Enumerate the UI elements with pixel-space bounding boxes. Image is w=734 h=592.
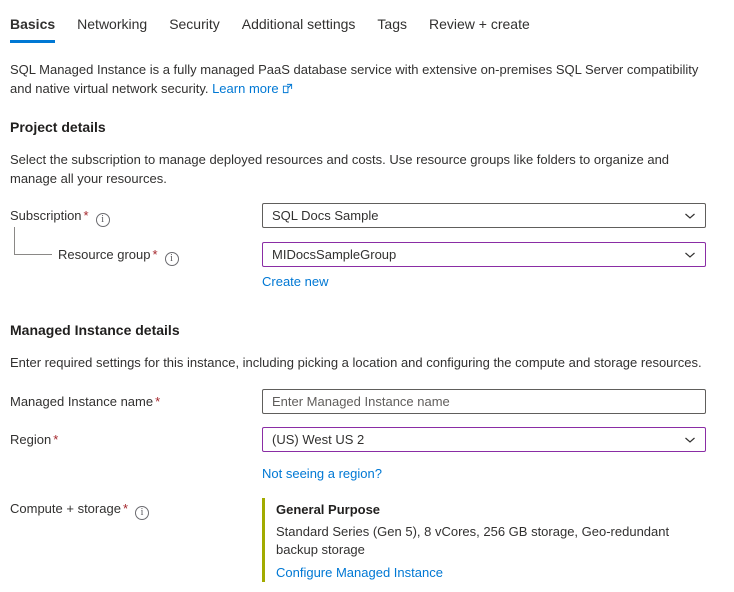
region-dropdown[interactable]: (US) West US 2 — [262, 427, 706, 452]
required-asterisk: * — [155, 394, 160, 409]
sku-tier-name: General Purpose — [276, 499, 706, 517]
selected-sku-summary: General Purpose Standard Series (Gen 5),… — [262, 498, 706, 582]
instance-details-description: Enter required settings for this instanc… — [10, 353, 708, 372]
info-icon[interactable]: i — [96, 213, 110, 227]
region-row: Region* (US) West US 2 — [10, 427, 724, 452]
service-description-text: SQL Managed Instance is a fully managed … — [10, 62, 698, 96]
instance-name-label-cell: Managed Instance name* — [10, 389, 262, 409]
subscription-dropdown[interactable]: SQL Docs Sample — [262, 203, 706, 228]
chevron-down-icon — [684, 434, 696, 446]
wizard-tab-bar: Basics Networking Security Additional se… — [10, 12, 724, 43]
project-details-heading: Project details — [10, 119, 724, 135]
region-label: Region — [10, 432, 51, 447]
tab-review-create[interactable]: Review + create — [429, 12, 530, 43]
subscription-label: Subscription — [10, 208, 82, 223]
resource-group-dropdown[interactable]: MIDocsSampleGroup — [262, 242, 706, 267]
resource-group-dropdown-value: MIDocsSampleGroup — [272, 247, 396, 262]
compute-storage-label: Compute + storage — [10, 501, 121, 516]
instance-name-row: Managed Instance name* — [10, 389, 724, 414]
required-asterisk: * — [123, 501, 128, 516]
hierarchy-connector-line — [14, 227, 52, 255]
subscription-label-cell: Subscription* i — [10, 203, 262, 227]
external-link-icon — [282, 83, 293, 94]
info-icon[interactable]: i — [135, 506, 149, 520]
learn-more-link[interactable]: Learn more — [212, 81, 293, 96]
tab-networking[interactable]: Networking — [77, 12, 147, 43]
chevron-down-icon — [684, 249, 696, 261]
required-asterisk: * — [53, 432, 58, 447]
region-help-row: Not seeing a region? — [10, 466, 724, 481]
learn-more-label: Learn more — [212, 81, 278, 96]
resource-group-row: Resource group* i MIDocsSampleGroup Creat… — [10, 242, 724, 289]
tab-basics[interactable]: Basics — [10, 12, 55, 43]
tab-additional-settings[interactable]: Additional settings — [242, 12, 356, 43]
region-label-cell: Region* — [10, 427, 262, 447]
required-asterisk: * — [84, 208, 89, 223]
sku-tier-description: Standard Series (Gen 5), 8 vCores, 256 G… — [276, 523, 702, 559]
compute-storage-label-cell: Compute + storage* i — [10, 498, 262, 520]
not-seeing-region-link[interactable]: Not seeing a region? — [262, 466, 382, 481]
service-description: SQL Managed Instance is a fully managed … — [10, 60, 710, 98]
create-managed-instance-basics-page: Basics Networking Security Additional se… — [0, 0, 734, 582]
chevron-down-icon — [684, 210, 696, 222]
resource-group-label: Resource group — [58, 247, 151, 262]
instance-name-input[interactable] — [262, 389, 706, 414]
instance-details-heading: Managed Instance details — [10, 322, 724, 338]
configure-managed-instance-link[interactable]: Configure Managed Instance — [276, 565, 443, 580]
compute-storage-row: Compute + storage* i General Purpose Stan… — [10, 498, 724, 582]
tab-security[interactable]: Security — [169, 12, 220, 43]
region-dropdown-value: (US) West US 2 — [272, 432, 364, 447]
instance-name-label: Managed Instance name — [10, 394, 153, 409]
create-new-resource-group-link[interactable]: Create new — [262, 274, 328, 289]
required-asterisk: * — [153, 247, 158, 262]
project-details-description: Select the subscription to manage deploy… — [10, 150, 708, 188]
tab-tags[interactable]: Tags — [377, 12, 407, 43]
info-icon[interactable]: i — [165, 252, 179, 266]
subscription-row: Subscription* i SQL Docs Sample — [10, 203, 724, 228]
subscription-dropdown-value: SQL Docs Sample — [272, 208, 378, 223]
resource-group-label-cell: Resource group* i — [10, 242, 262, 266]
